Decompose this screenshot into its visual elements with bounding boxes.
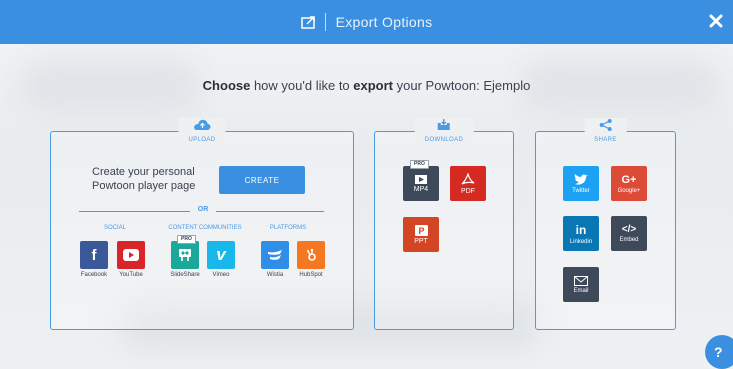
upload-label: UPLOAD bbox=[188, 137, 216, 143]
download-label: DOWNLOAD bbox=[424, 137, 464, 143]
email-tile[interactable]: Email bbox=[563, 267, 599, 302]
envelope-icon bbox=[574, 275, 588, 286]
linkedin-label: Linkedin bbox=[569, 238, 593, 245]
ppt-tile[interactable]: P PPT bbox=[403, 217, 439, 252]
video-icon bbox=[415, 174, 427, 184]
facebook-label: Facebook bbox=[80, 272, 108, 278]
download-panel-label: DOWNLOAD bbox=[414, 118, 474, 143]
youtube-tile[interactable] bbox=[117, 241, 145, 269]
player-page-text: Create your personal Powtoon player page bbox=[92, 165, 195, 193]
prompt-word-export: export bbox=[353, 78, 394, 93]
vimeo-tile[interactable]: v bbox=[207, 241, 235, 269]
pdf-label: PDF bbox=[461, 187, 475, 195]
prompt-word-choose: Choose bbox=[202, 78, 251, 93]
category-social: SOCIAL bbox=[103, 225, 126, 231]
header-separator bbox=[324, 13, 326, 31]
share-panel: SHARE bbox=[535, 118, 676, 330]
linkedin-icon: in bbox=[575, 222, 587, 237]
slideshare-tile[interactable] bbox=[171, 241, 199, 269]
prompt-text: how you'd like to bbox=[250, 78, 354, 93]
share-icon bbox=[599, 119, 612, 131]
twitter-icon bbox=[574, 173, 588, 185]
wistia-label: Wistia bbox=[266, 272, 284, 278]
help-icon: ? bbox=[714, 344, 723, 360]
modal-title: Export Options bbox=[335, 14, 433, 30]
youtube-icon bbox=[123, 249, 139, 261]
or-label: OR bbox=[197, 206, 209, 213]
create-button[interactable]: CREATE bbox=[219, 166, 305, 194]
share-panel-label: SHARE bbox=[584, 118, 627, 143]
wistia-tile[interactable] bbox=[261, 241, 289, 269]
mp4-tile[interactable]: MP4 bbox=[403, 166, 439, 201]
export-prompt: Choose how you'd like to export your Pow… bbox=[0, 78, 733, 93]
embed-label: Embed bbox=[619, 237, 639, 243]
pro-badge: PRO bbox=[410, 160, 429, 169]
svg-text:P: P bbox=[418, 226, 424, 236]
facebook-tile[interactable]: f bbox=[80, 241, 108, 269]
linkedin-tile[interactable]: in Linkedin bbox=[563, 216, 599, 251]
facebook-icon: f bbox=[91, 246, 97, 264]
embed-icon: </> bbox=[621, 224, 637, 235]
download-icon bbox=[437, 119, 450, 130]
vimeo-label: Vimeo bbox=[212, 272, 230, 278]
slideshare-label: SlideShare bbox=[170, 272, 200, 278]
hubspot-icon bbox=[307, 248, 316, 261]
download-panel: DOWNLOAD bbox=[374, 118, 514, 330]
vimeo-icon: v bbox=[216, 245, 226, 264]
export-icon bbox=[300, 16, 315, 29]
google-plus-tile[interactable]: G+ Google+ bbox=[611, 166, 647, 201]
share-label: SHARE bbox=[594, 137, 617, 143]
hubspot-tile[interactable] bbox=[297, 241, 325, 269]
prompt-text: your Powtoon: Ejemplo bbox=[393, 78, 531, 93]
youtube-label: YouTube bbox=[119, 272, 143, 278]
google-plus-label: Google+ bbox=[617, 187, 641, 194]
pdf-icon bbox=[461, 172, 475, 185]
embed-tile[interactable]: </> Embed bbox=[611, 216, 647, 251]
upload-panel-label: UPLOAD bbox=[178, 118, 226, 143]
divider bbox=[79, 211, 190, 212]
modal-header: Export Options bbox=[0, 0, 733, 44]
slideshare-icon bbox=[179, 249, 191, 261]
pdf-tile[interactable]: PDF bbox=[450, 166, 486, 201]
twitter-tile[interactable]: Twitter bbox=[563, 166, 599, 201]
google-plus-icon: G+ bbox=[621, 173, 637, 186]
player-text-line: Powtoon player page bbox=[92, 180, 196, 192]
hubspot-label: HubSpot bbox=[299, 272, 323, 278]
help-button[interactable]: ? bbox=[705, 335, 733, 369]
twitter-label: Twitter bbox=[572, 187, 590, 194]
pro-badge: PRO bbox=[177, 235, 196, 244]
email-label: Email bbox=[573, 287, 589, 294]
ppt-label: PPT bbox=[414, 237, 428, 245]
wistia-icon bbox=[268, 250, 282, 260]
cloud-upload-icon bbox=[193, 119, 211, 130]
powerpoint-icon: P bbox=[414, 224, 428, 236]
player-text-line: Create your personal bbox=[92, 166, 195, 178]
mp4-label: MP4 bbox=[413, 185, 429, 193]
divider bbox=[216, 211, 324, 212]
close-icon[interactable] bbox=[707, 12, 725, 30]
category-content-communities: CONTENT COMMUNITIES bbox=[168, 225, 242, 231]
category-platforms: PLATFORMS bbox=[269, 225, 307, 231]
